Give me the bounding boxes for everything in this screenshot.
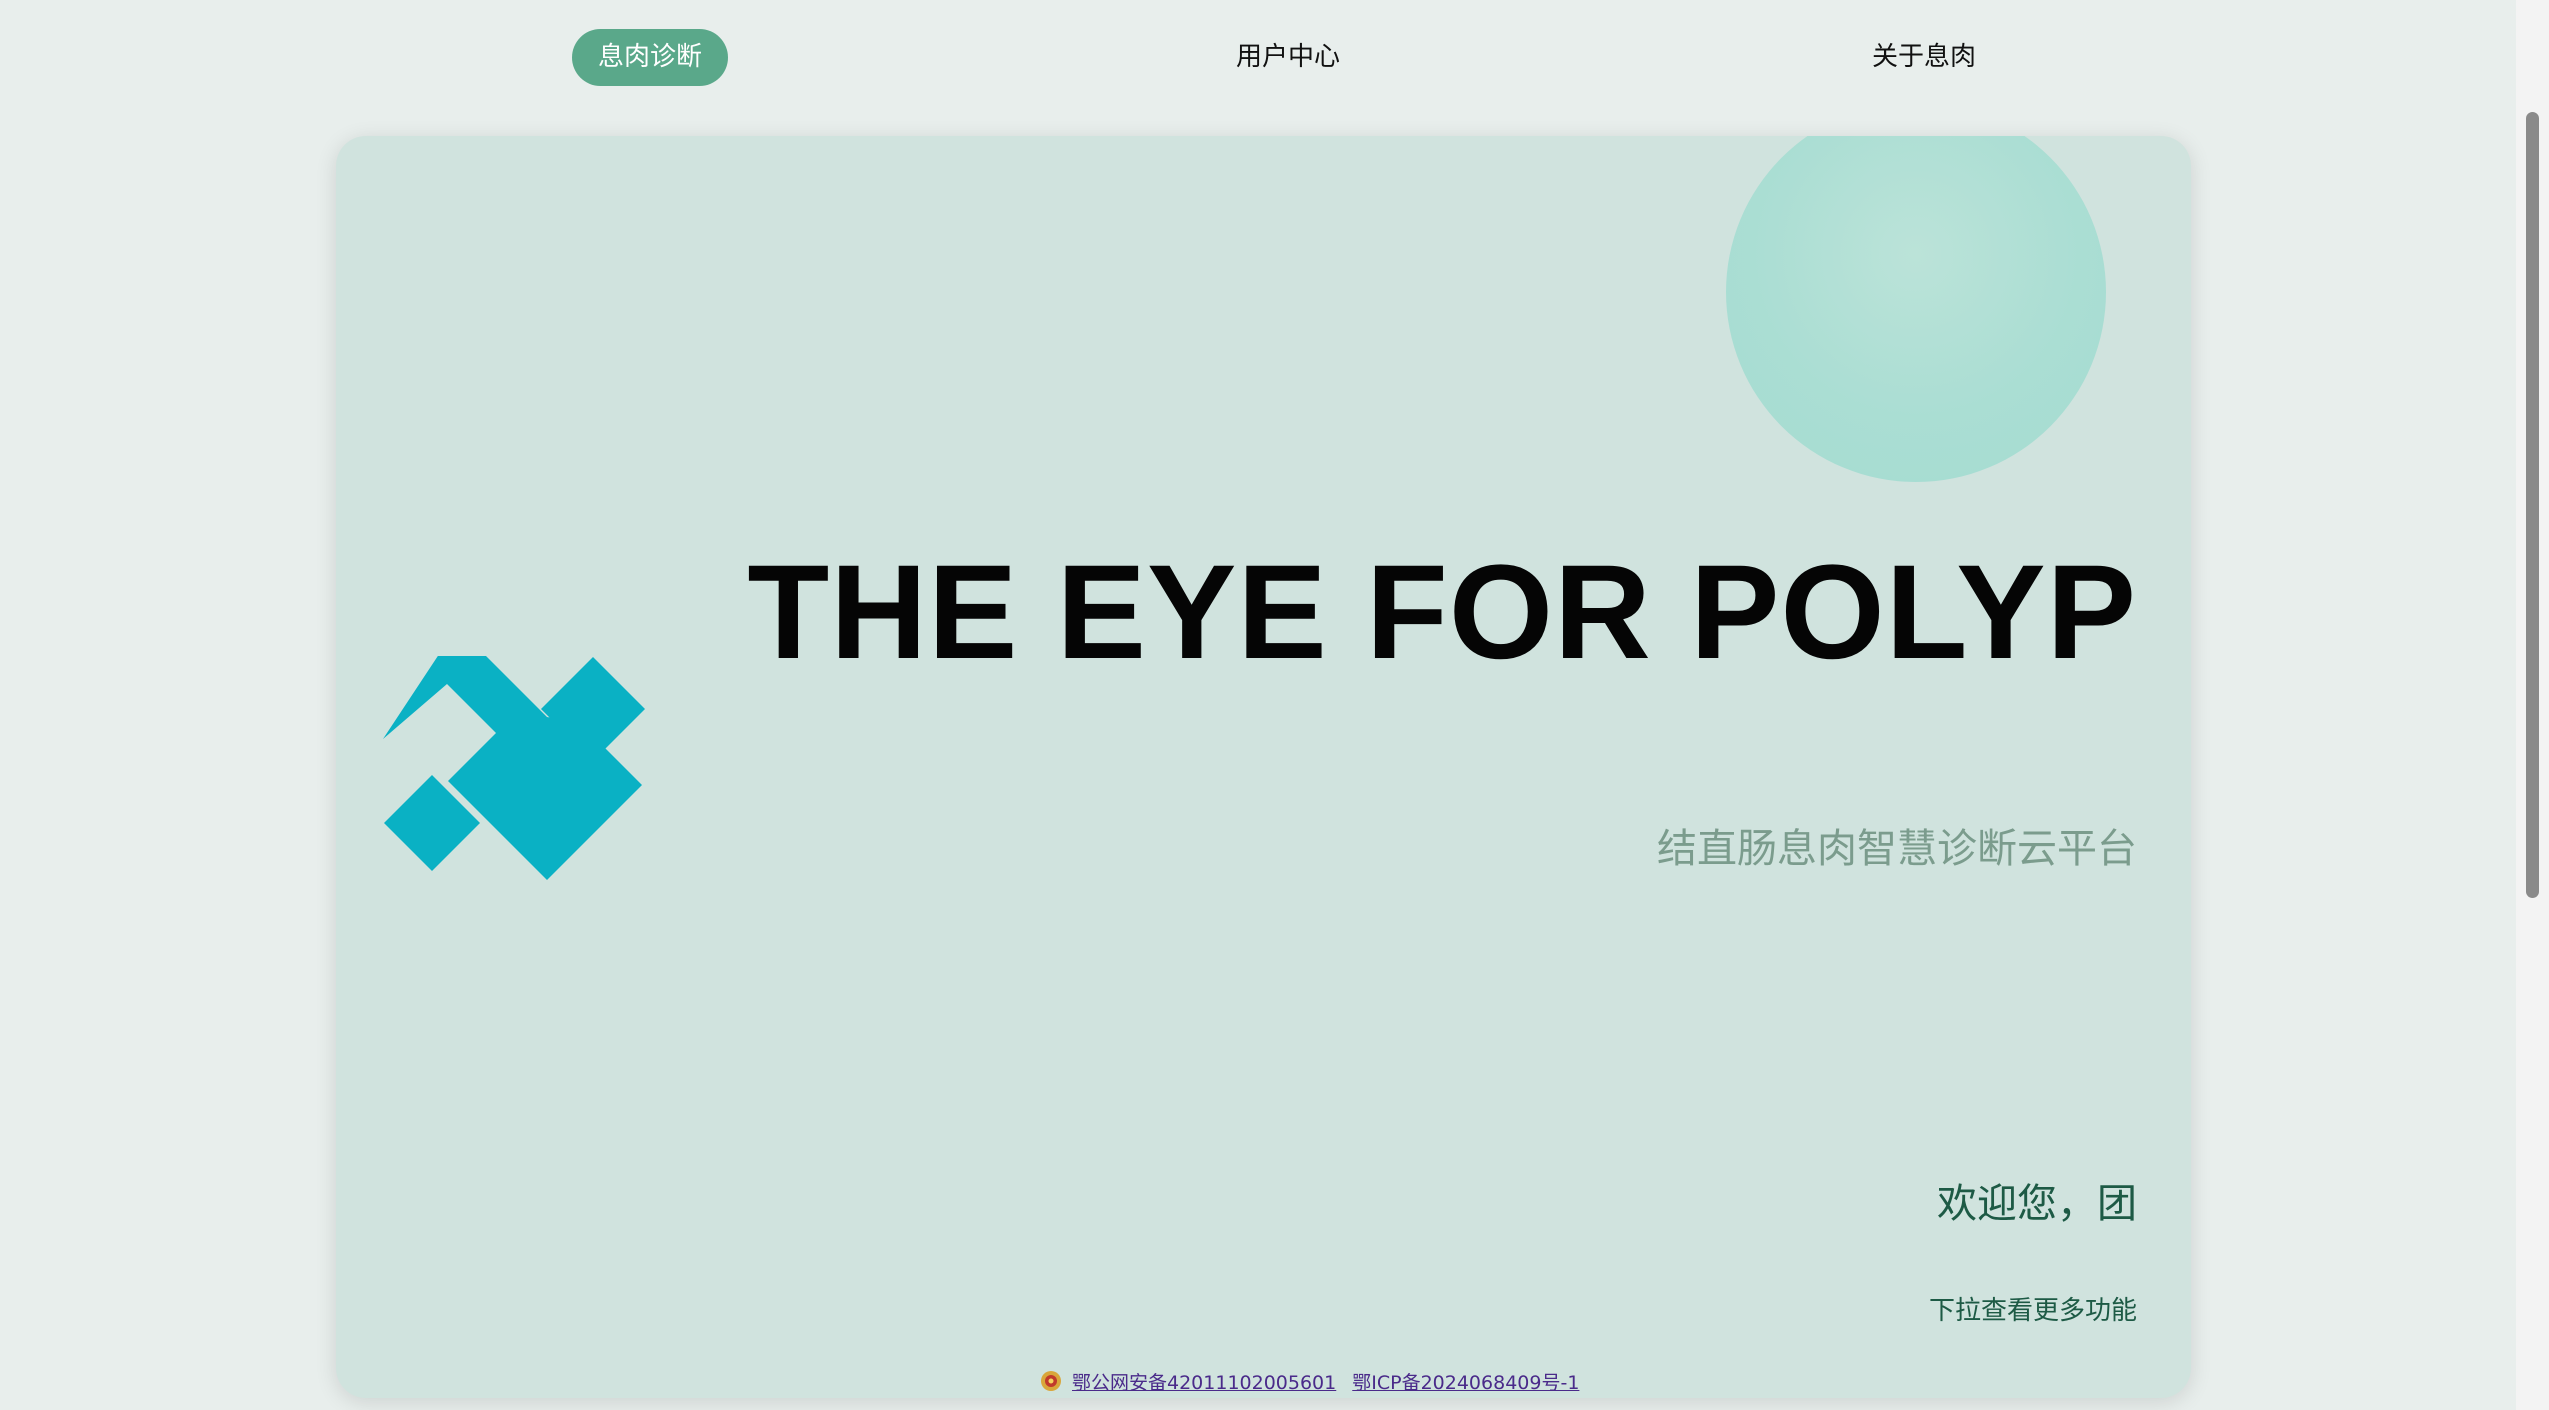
footer-records: 鄂公网安备42011102005601 鄂ICP备2024068409号-1 [1040,1366,1579,1396]
police-badge-icon [1041,1371,1061,1391]
hero-subtitle: 结直肠息肉智慧诊断云平台 [1657,826,2137,872]
decorative-orb [1726,136,2106,482]
hero-card: THE EYE FOR POLYP 结直肠息肉智慧诊断云平台 欢迎您，团 下拉查… [336,136,2191,1398]
diamond-n-logo-icon [383,656,645,880]
welcome-message: 欢迎您，团 [1937,1181,2137,1227]
scroll-down-hint: 下拉查看更多功能 [1928,1296,2137,1326]
icp-record-link[interactable]: 鄂ICP备2024068409号-1 [1352,1368,1579,1395]
nav-item-polyp-diagnosis[interactable]: 息肉诊断 [572,29,729,86]
scrollbar-thumb[interactable] [2526,112,2539,898]
page-scrollbar[interactable] [2516,0,2549,1410]
police-record-link[interactable]: 鄂公网安备42011102005601 [1072,1368,1336,1395]
nav-item-user-center[interactable]: 用户中心 [1236,29,1340,86]
page: 息肉诊断 用户中心 关于息肉 THE EYE FOR POLYP 结直肠息肉智慧… [0,0,2549,1410]
hero-title: THE EYE FOR POLYP [747,538,2137,687]
top-nav: 息肉诊断 用户中心 关于息肉 [0,0,2516,120]
nav-item-about-polyp[interactable]: 关于息肉 [1872,29,1976,86]
